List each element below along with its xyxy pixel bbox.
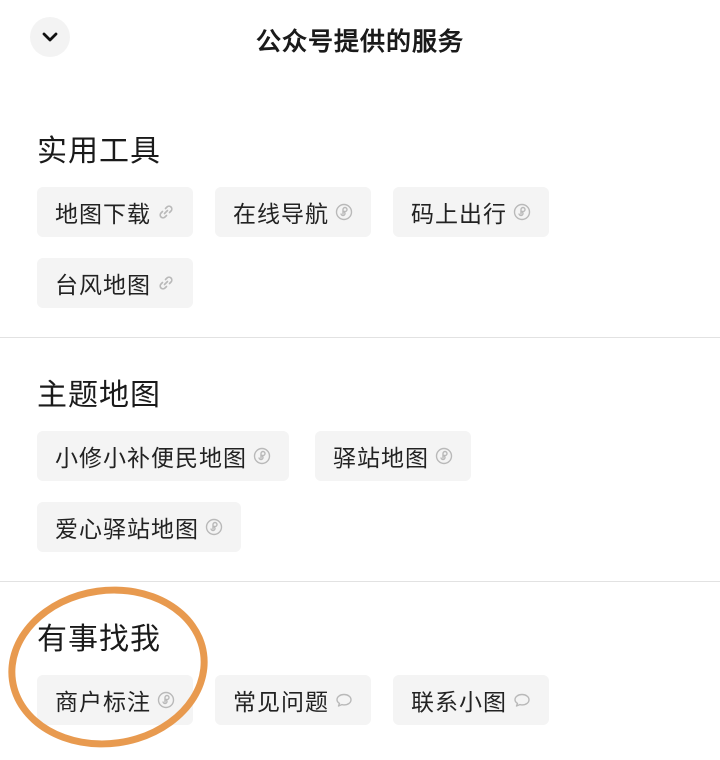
mini-program-icon (205, 518, 223, 536)
service-item-merchant-tag[interactable]: 商户标注 (37, 675, 193, 725)
header: 公众号提供的服务 (0, 0, 720, 80)
service-item-map-download[interactable]: 地图下载 (37, 187, 193, 237)
service-item-label: 爱心驿站地图 (55, 517, 199, 543)
service-item-contact[interactable]: 联系小图 (393, 675, 549, 725)
service-item-care-station-map[interactable]: 爱心驿站地图 (37, 502, 241, 552)
section-title-theme-maps: 主题地图 (37, 378, 161, 413)
service-item-station-map[interactable]: 驿站地图 (315, 431, 471, 481)
section-divider (0, 337, 720, 338)
section-divider (0, 581, 720, 582)
chat-bubble-icon (336, 693, 352, 707)
mini-program-icon (157, 691, 175, 709)
service-item-label: 在线导航 (233, 202, 329, 228)
service-item-repair-map[interactable]: 小修小补便民地图 (37, 431, 289, 481)
mini-program-icon (335, 203, 353, 221)
section-title-contact: 有事找我 (37, 622, 161, 657)
service-item-label: 地图下载 (55, 202, 151, 228)
highlight-circle-annotation (0, 573, 219, 760)
chat-bubble-icon (514, 693, 530, 707)
service-item-label: 码上出行 (411, 202, 507, 228)
service-item-label: 联系小图 (411, 690, 507, 716)
service-item-label: 驿站地图 (333, 446, 429, 472)
mini-program-icon (253, 447, 271, 465)
service-item-faq[interactable]: 常见问题 (215, 675, 371, 725)
service-item-label: 小修小补便民地图 (55, 446, 247, 472)
link-icon (159, 276, 173, 290)
section-title-tools: 实用工具 (37, 134, 161, 169)
service-item-typhoon-map[interactable]: 台风地图 (37, 258, 193, 308)
mini-program-icon (435, 447, 453, 465)
mini-program-icon (513, 203, 531, 221)
service-item-online-navigation[interactable]: 在线导航 (215, 187, 371, 237)
service-item-qr-travel[interactable]: 码上出行 (393, 187, 549, 237)
service-item-label: 常见问题 (233, 690, 329, 716)
link-icon (159, 205, 173, 219)
service-item-label: 商户标注 (55, 690, 151, 716)
service-item-label: 台风地图 (55, 273, 151, 299)
page-title: 公众号提供的服务 (255, 27, 464, 56)
